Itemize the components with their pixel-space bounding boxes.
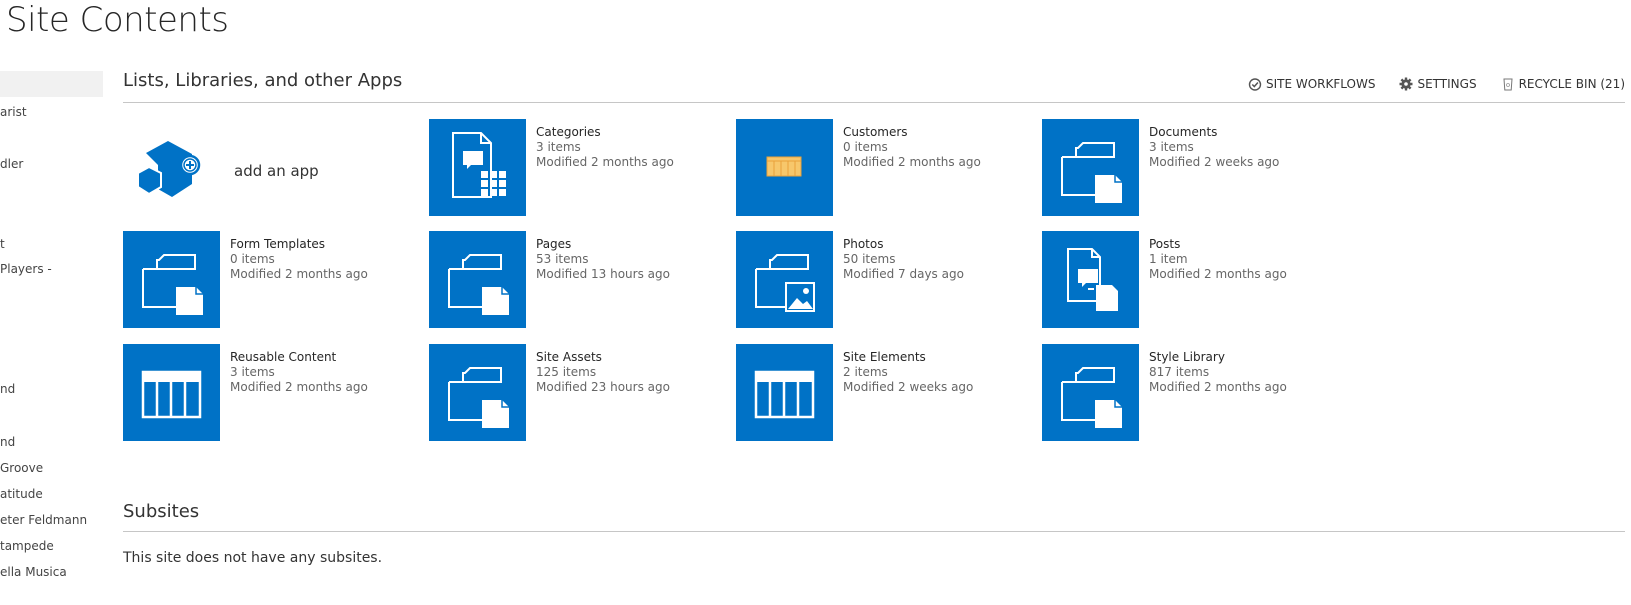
lists-divider xyxy=(123,102,1625,103)
app-tile[interactable]: Pages 53 items Modified 13 hours ago xyxy=(429,231,670,328)
tile-modified: Modified 2 weeks ago xyxy=(1149,155,1280,169)
tile-name[interactable]: Site Assets xyxy=(536,350,670,365)
folder-doc-icon[interactable] xyxy=(1042,119,1139,216)
table-icon[interactable] xyxy=(736,344,833,441)
nav-item[interactable]: dler xyxy=(0,157,23,171)
tile-name[interactable]: Reusable Content xyxy=(230,350,368,365)
app-tile[interactable]: Customers 0 items Modified 2 months ago xyxy=(736,119,981,216)
tile-modified: Modified 7 days ago xyxy=(843,267,964,281)
tile-modified: Modified 23 hours ago xyxy=(536,380,670,394)
tile-modified: Modified 2 months ago xyxy=(1149,380,1287,394)
tile-modified: Modified 2 months ago xyxy=(536,155,674,169)
workflow-check-icon xyxy=(1248,78,1262,91)
tile-count: 3 items xyxy=(536,140,581,154)
tile-meta: Site Elements 2 items Modified 2 weeks a… xyxy=(843,350,973,441)
folder-image-icon[interactable] xyxy=(736,231,833,328)
tile-count: 3 items xyxy=(1149,140,1194,154)
tile-count: 817 items xyxy=(1149,365,1210,379)
nav-item[interactable]: t xyxy=(0,237,5,251)
tile-meta: Documents 3 items Modified 2 weeks ago xyxy=(1149,125,1279,216)
tile-meta: Site Assets 125 items Modified 23 hours … xyxy=(536,350,670,441)
nav-item[interactable]: tampede xyxy=(0,539,54,553)
tile-modified: Modified 2 weeks ago xyxy=(843,380,974,394)
list-actions: SITE WORKFLOWS SETTINGS RECYCLE BIN (21) xyxy=(1248,77,1625,91)
add-app-icon xyxy=(138,141,201,197)
nav-selected-item[interactable] xyxy=(0,71,103,97)
lists-heading: Lists, Libraries, and other Apps xyxy=(123,70,403,91)
app-tile[interactable]: Form Templates 0 items Modified 2 months… xyxy=(123,231,368,328)
left-navigation xyxy=(0,71,103,97)
tile-meta: Style Library 817 items Modified 2 month… xyxy=(1149,350,1287,441)
nav-item[interactable]: Groove xyxy=(0,461,43,475)
tile-name[interactable]: Categories xyxy=(536,125,674,140)
tile-meta: Photos 50 items Modified 7 days ago xyxy=(843,237,964,328)
nav-item[interactable]: eter Feldmann xyxy=(0,513,87,527)
tile-modified: Modified 2 months ago xyxy=(843,155,981,169)
tile-modified: Modified 2 months ago xyxy=(230,267,368,281)
tile-count: 1 item xyxy=(1149,252,1188,266)
tile-count: 3 items xyxy=(230,365,275,379)
nav-item[interactable]: nd xyxy=(0,382,15,396)
tile-name[interactable]: Pages xyxy=(536,237,670,252)
app-tile[interactable]: Documents 3 items Modified 2 weeks ago xyxy=(1042,119,1279,216)
folder-doc-icon[interactable] xyxy=(429,344,526,441)
posts-icon[interactable] xyxy=(1042,231,1139,328)
recycle-bin-button[interactable]: RECYCLE BIN (21) xyxy=(1501,77,1625,91)
subsites-divider xyxy=(123,531,1625,532)
tile-modified: Modified 2 months ago xyxy=(230,380,368,394)
tile-meta: Pages 53 items Modified 13 hours ago xyxy=(536,237,670,328)
tile-count: 125 items xyxy=(536,365,597,379)
folder-doc-icon[interactable] xyxy=(1042,344,1139,441)
settings-button[interactable]: SETTINGS xyxy=(1399,77,1477,91)
tile-name[interactable]: Form Templates xyxy=(230,237,368,252)
nav-item[interactable]: atitude xyxy=(0,487,43,501)
tile-name[interactable]: Site Elements xyxy=(843,350,973,365)
custom-list-icon[interactable] xyxy=(736,119,833,216)
nav-item[interactable]: Players - xyxy=(0,262,52,276)
tile-count: 2 items xyxy=(843,365,888,379)
list-doc-icon[interactable] xyxy=(429,119,526,216)
tile-name[interactable]: Customers xyxy=(843,125,981,140)
tile-modified: Modified 2 months ago xyxy=(1149,267,1287,281)
page-title: Site Contents xyxy=(6,0,229,40)
nav-item[interactable]: ella Musica xyxy=(0,565,67,579)
table-icon[interactable] xyxy=(123,344,220,441)
folder-doc-icon[interactable] xyxy=(429,231,526,328)
add-app-label: add an app xyxy=(234,162,319,180)
tile-meta: Form Templates 0 items Modified 2 months… xyxy=(230,237,368,328)
app-tile[interactable]: Site Elements 2 items Modified 2 weeks a… xyxy=(736,344,973,441)
nav-item[interactable]: nd xyxy=(0,435,15,449)
add-app-button[interactable]: add an app xyxy=(138,137,319,205)
recycle-bin-icon xyxy=(1503,78,1513,91)
tile-name[interactable]: Photos xyxy=(843,237,964,252)
tile-meta: Categories 3 items Modified 2 months ago xyxy=(536,125,674,216)
tile-meta: Reusable Content 3 items Modified 2 mont… xyxy=(230,350,368,441)
gear-icon xyxy=(1399,77,1413,91)
app-tile[interactable]: Style Library 817 items Modified 2 month… xyxy=(1042,344,1287,441)
app-tile[interactable]: Categories 3 items Modified 2 months ago xyxy=(429,119,674,216)
nav-item[interactable]: arist xyxy=(0,105,27,119)
app-tile[interactable]: Reusable Content 3 items Modified 2 mont… xyxy=(123,344,368,441)
subsites-heading: Subsites xyxy=(123,501,200,522)
tile-count: 50 items xyxy=(843,252,896,266)
tile-modified: Modified 13 hours ago xyxy=(536,267,670,281)
tile-count: 0 items xyxy=(230,252,275,266)
tile-meta: Posts 1 item Modified 2 months ago xyxy=(1149,237,1287,328)
app-tile[interactable]: Photos 50 items Modified 7 days ago xyxy=(736,231,964,328)
site-workflows-button[interactable]: SITE WORKFLOWS xyxy=(1248,77,1375,91)
app-tile[interactable]: Posts 1 item Modified 2 months ago xyxy=(1042,231,1287,328)
tile-name[interactable]: Style Library xyxy=(1149,350,1287,365)
no-subsites-message: This site does not have any subsites. xyxy=(123,550,383,566)
tile-name[interactable]: Documents xyxy=(1149,125,1279,140)
tile-meta: Customers 0 items Modified 2 months ago xyxy=(843,125,981,216)
folder-doc-icon[interactable] xyxy=(123,231,220,328)
tile-name[interactable]: Posts xyxy=(1149,237,1287,252)
tile-count: 0 items xyxy=(843,140,888,154)
tile-count: 53 items xyxy=(536,252,589,266)
app-tile[interactable]: Site Assets 125 items Modified 23 hours … xyxy=(429,344,670,441)
